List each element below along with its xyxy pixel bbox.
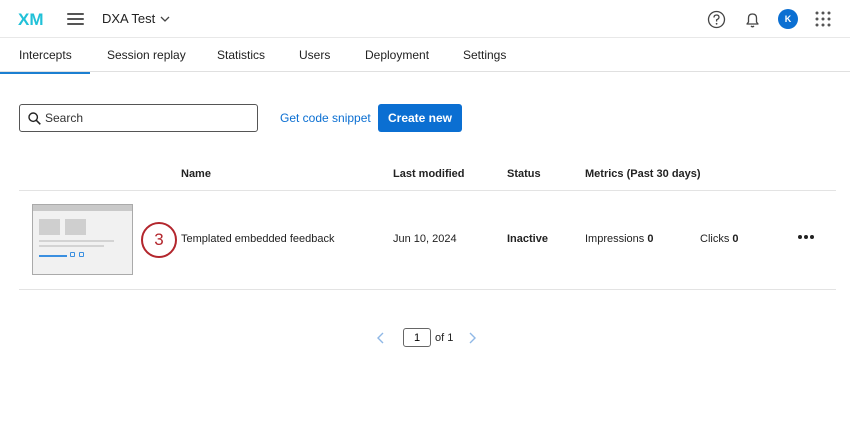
impressions-value: 0	[647, 233, 654, 245]
clicks-metric: Clicks 0	[700, 233, 739, 245]
logo-text: XM	[18, 10, 44, 29]
project-name: DXA Test	[102, 11, 156, 26]
search-box[interactable]	[19, 104, 258, 132]
column-header-name[interactable]: Name	[181, 168, 211, 180]
create-new-button[interactable]: Create new	[378, 104, 462, 132]
tab-settings[interactable]: Settings	[463, 48, 506, 62]
get-code-snippet-link[interactable]: Get code snippet	[280, 111, 371, 125]
column-header-last-modified[interactable]: Last modified	[393, 168, 465, 180]
chevron-right-icon[interactable]	[468, 332, 477, 344]
step-number-badge: 3	[141, 222, 177, 258]
column-header-status[interactable]: Status	[507, 168, 541, 180]
chevron-left-icon[interactable]	[376, 332, 385, 344]
apps-grid-icon[interactable]	[815, 11, 831, 27]
avatar[interactable]: K	[778, 9, 798, 29]
tab-users[interactable]: Users	[299, 48, 330, 62]
intercept-name[interactable]: Templated embedded feedback	[181, 233, 335, 245]
pagination: of 1	[376, 328, 477, 347]
impressions-metric: Impressions 0	[585, 233, 653, 245]
table-row[interactable]: 3 Templated embedded feedback Jun 10, 20…	[19, 191, 836, 289]
menu-icon[interactable]	[67, 13, 84, 25]
tab-intercepts[interactable]: Intercepts	[0, 48, 90, 74]
search-icon	[28, 111, 41, 125]
column-header-metrics: Metrics (Past 30 days)	[585, 168, 701, 180]
status-value: Inactive	[507, 233, 548, 245]
tab-deployment[interactable]: Deployment	[365, 48, 429, 62]
page-number-input[interactable]	[403, 328, 431, 347]
tab-session-replay[interactable]: Session replay	[107, 48, 186, 62]
intercept-thumbnail	[32, 204, 133, 275]
project-switcher[interactable]: DXA Test	[102, 11, 170, 26]
more-options-icon[interactable]	[798, 235, 814, 239]
top-bar: XM DXA Test K	[0, 0, 850, 38]
last-modified-value: Jun 10, 2024	[393, 233, 457, 245]
help-icon[interactable]	[707, 10, 726, 29]
page-count: of 1	[435, 331, 454, 344]
xm-logo[interactable]: XM	[18, 9, 48, 29]
search-input[interactable]	[45, 111, 245, 125]
chevron-down-icon	[160, 16, 170, 22]
bell-icon[interactable]	[743, 10, 762, 29]
clicks-value: 0	[732, 233, 739, 245]
impressions-label: Impressions	[585, 233, 645, 245]
tab-statistics[interactable]: Statistics	[217, 48, 265, 62]
clicks-label: Clicks	[700, 233, 730, 245]
tab-bar: Intercepts Session replay Statistics Use…	[0, 38, 850, 74]
table-divider	[19, 289, 836, 290]
